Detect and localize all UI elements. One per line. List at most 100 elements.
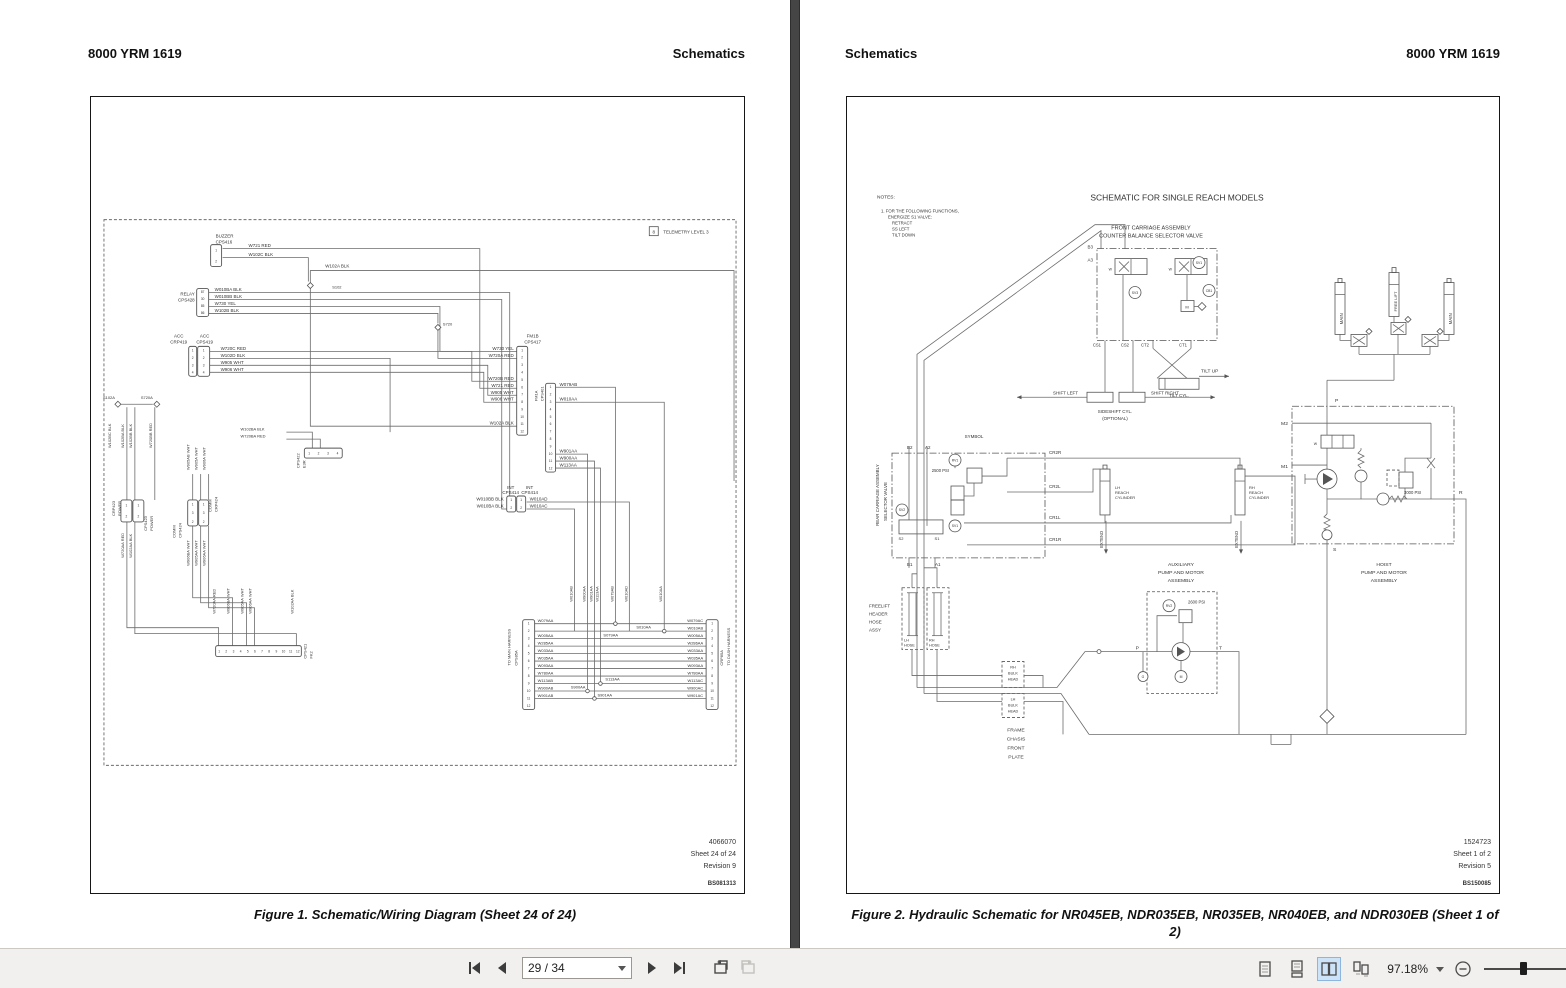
svg-text:1: 1 xyxy=(711,622,713,626)
svg-text:W905AA WHT: W905AA WHT xyxy=(194,540,199,566)
svg-text:W010AA: W010AA xyxy=(658,586,663,602)
svg-text:4066070: 4066070 xyxy=(709,839,736,846)
zoom-dropdown-caret-icon[interactable] xyxy=(1436,967,1444,972)
svg-text:W010AD: W010AD xyxy=(530,496,549,501)
svg-text:ACC: ACC xyxy=(174,333,184,338)
svg-text:W286AA: W286AA xyxy=(687,641,703,646)
svg-text:W720C RED: W720C RED xyxy=(221,346,247,351)
next-view-button[interactable] xyxy=(737,957,759,979)
svg-text:FM1B: FM1B xyxy=(527,333,539,338)
svg-text:W720AA RED: W720AA RED xyxy=(212,589,217,614)
svg-text:W010AB: W010AB xyxy=(687,626,703,631)
page-number-input[interactable]: 29 / 34 xyxy=(522,957,632,979)
svg-text:Sheet 1 of 2: Sheet 1 of 2 xyxy=(1453,851,1491,858)
svg-text:CPS416: CPS416 xyxy=(216,240,233,245)
svg-text:POWER: POWER xyxy=(117,501,122,516)
svg-text:4: 4 xyxy=(240,649,242,653)
svg-text:CPS423: CPS423 xyxy=(143,515,148,531)
svg-text:W: W xyxy=(1169,268,1173,272)
svg-text:W079AB: W079AB xyxy=(560,382,578,387)
svg-text:2: 2 xyxy=(203,356,205,360)
svg-text:8: 8 xyxy=(550,437,552,441)
svg-text:30: 30 xyxy=(201,297,205,301)
svg-text:W900AA: W900AA xyxy=(581,586,586,602)
svg-text:12: 12 xyxy=(527,704,531,708)
svg-text:6: 6 xyxy=(550,422,552,426)
svg-text:8: 8 xyxy=(528,674,530,678)
zoom-out-button[interactable] xyxy=(1452,958,1474,980)
svg-text:3: 3 xyxy=(203,363,205,367)
svg-text:5: 5 xyxy=(711,652,713,656)
svg-text:RH: RH xyxy=(1010,666,1016,670)
svg-text:SCHEMATIC FOR SINGLE REACH MOD: SCHEMATIC FOR SINGLE REACH MODELS xyxy=(1090,193,1264,203)
svg-text:W780AA: W780AA xyxy=(538,671,554,676)
svg-text:W035AA: W035AA xyxy=(687,656,703,661)
svg-text:5: 5 xyxy=(550,415,552,419)
single-page-view-button[interactable] xyxy=(1253,957,1277,981)
svg-text:8: 8 xyxy=(711,674,713,678)
first-page-button[interactable] xyxy=(464,957,486,979)
figure2-schematic-svg: SV1SV3CB1RV1SV2SV1RV2GMNOTES:1. FOR THE … xyxy=(847,97,1499,893)
svg-text:3: 3 xyxy=(192,363,194,367)
svg-text:S113AA: S113AA xyxy=(605,677,620,682)
svg-text:W721 RED: W721 RED xyxy=(491,383,514,388)
svg-text:CPS419: CPS419 xyxy=(196,339,213,344)
svg-text:COUNTER BALANCE SELECTOR VALVE: COUNTER BALANCE SELECTOR VALVE xyxy=(1099,234,1203,240)
svg-text:1: 1 xyxy=(203,348,205,352)
zoom-slider-handle[interactable] xyxy=(1520,962,1527,975)
page-left: 8000 YRM 1619 Schematics 128730858612341… xyxy=(0,0,790,948)
next-page-button[interactable] xyxy=(641,957,663,979)
svg-text:2600 PSI: 2600 PSI xyxy=(1188,600,1205,605)
svg-text:W079AA: W079AA xyxy=(538,618,554,623)
svg-text:W113AA: W113AA xyxy=(560,463,577,468)
svg-text:1: 1 xyxy=(203,503,205,507)
svg-text:2: 2 xyxy=(192,356,194,360)
svg-text:7: 7 xyxy=(550,430,552,434)
svg-text:TILT DOWN: TILT DOWN xyxy=(892,233,915,238)
svg-text:3: 3 xyxy=(550,400,552,404)
last-page-button[interactable] xyxy=(668,957,690,979)
svg-text:W010AA: W010AA xyxy=(560,397,578,402)
svg-text:W906 WHT: W906 WHT xyxy=(221,367,244,372)
svg-text:M: M xyxy=(1185,304,1188,309)
svg-text:CT1: CT1 xyxy=(1179,342,1188,347)
svg-text:W900AA: W900AA xyxy=(560,456,578,461)
svg-text:RH: RH xyxy=(929,639,935,643)
zoom-slider[interactable] xyxy=(1484,961,1566,977)
last-page-icon xyxy=(670,959,688,977)
svg-text:SHIFT RIGHT: SHIFT RIGHT xyxy=(1151,390,1179,395)
svg-text:2: 2 xyxy=(215,259,217,263)
figure1-caption: Figure 1. Schematic/Wiring Diagram (Shee… xyxy=(60,906,770,923)
svg-text:5: 5 xyxy=(247,649,249,653)
svg-text:S010AA: S010AA xyxy=(636,625,651,630)
svg-text:12: 12 xyxy=(296,649,300,653)
svg-text:CYLINDER: CYLINDER xyxy=(1115,495,1135,500)
svg-text:6: 6 xyxy=(711,659,713,663)
svg-text:W102A BLK: W102A BLK xyxy=(325,264,349,269)
svg-text:SV2: SV2 xyxy=(899,508,906,512)
svg-text:W: W xyxy=(1109,268,1113,272)
svg-text:CR2R: CR2R xyxy=(1049,450,1062,455)
previous-page-button[interactable] xyxy=(491,957,513,979)
previous-view-button[interactable] xyxy=(710,957,732,979)
svg-text:W906BA WHT: W906BA WHT xyxy=(226,588,231,614)
svg-text:Revision 9: Revision 9 xyxy=(703,863,736,870)
svg-text:9: 9 xyxy=(275,649,277,653)
svg-text:87: 87 xyxy=(201,290,205,294)
svg-text:W720AA RED: W720AA RED xyxy=(120,533,125,558)
page-dropdown-caret-icon[interactable] xyxy=(618,966,626,971)
first-page-icon xyxy=(466,959,484,977)
svg-text:M: M xyxy=(1180,675,1183,679)
svg-text:E3R: E3R xyxy=(301,460,306,468)
two-page-view-button[interactable] xyxy=(1317,957,1341,981)
svg-text:SV1: SV1 xyxy=(1196,261,1203,265)
svg-text:HOSE: HOSE xyxy=(929,644,940,648)
two-page-continuous-view-button[interactable] xyxy=(1349,957,1373,981)
continuous-view-button[interactable] xyxy=(1285,957,1309,981)
svg-text:G: G xyxy=(1142,675,1145,679)
svg-text:B1: B1 xyxy=(907,562,913,567)
svg-text:P: P xyxy=(1136,646,1140,652)
svg-text:1: 1 xyxy=(215,248,217,252)
svg-text:CRP423: CRP423 xyxy=(111,500,116,516)
svg-text:1524723: 1524723 xyxy=(1464,839,1491,846)
